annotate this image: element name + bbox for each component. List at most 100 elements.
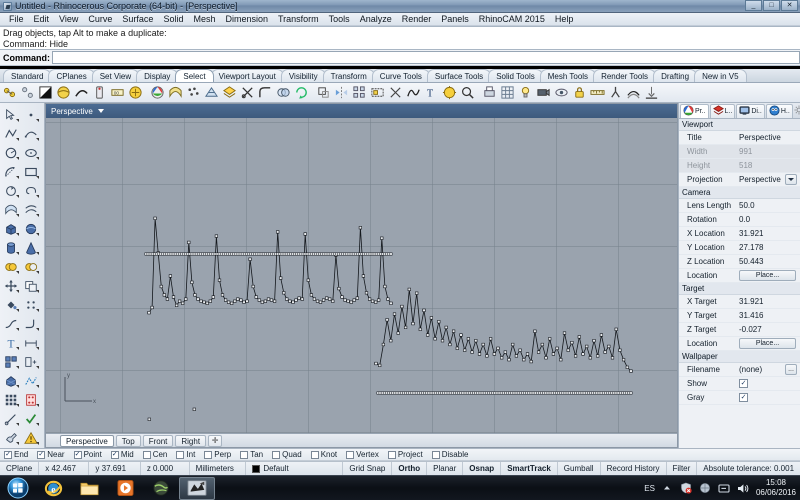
viewport-title-bar[interactable]: Perspective: [46, 104, 677, 118]
offset-icon[interactable]: [625, 84, 642, 101]
control-point[interactable]: [147, 417, 151, 421]
control-point[interactable]: [603, 350, 607, 354]
properties-tab-help[interactable]: H..: [765, 103, 793, 118]
control-point[interactable]: [592, 339, 596, 343]
osnap-tan-checkbox[interactable]: [240, 450, 249, 459]
spiral-icon[interactable]: [21, 181, 41, 200]
control-point[interactable]: [245, 299, 249, 303]
control-point[interactable]: [187, 240, 191, 244]
show-hidden-icon[interactable]: [661, 482, 674, 495]
osnap-int[interactable]: Int: [176, 450, 195, 459]
osnap-perp-checkbox[interactable]: [204, 450, 213, 459]
viewport-tab-perspective[interactable]: Perspective: [60, 434, 114, 447]
control-point[interactable]: [444, 325, 448, 330]
status-smarttrack-toggle[interactable]: SmartTrack: [501, 462, 558, 475]
control-point[interactable]: [433, 337, 437, 341]
control-point[interactable]: [618, 348, 622, 352]
add-viewport-tab-button[interactable]: ✛: [208, 434, 223, 447]
analyze-icon[interactable]: [459, 84, 476, 101]
toolbar-tab-curve-tools[interactable]: Curve Tools: [371, 69, 430, 82]
toolbar-tab-transform[interactable]: Transform: [322, 69, 375, 82]
control-point[interactable]: [233, 299, 237, 303]
rhino-app-taskbar-button[interactable]: [179, 476, 215, 500]
control-point[interactable]: [514, 354, 519, 358]
fillet-icon[interactable]: [257, 84, 274, 101]
layer-icon[interactable]: [221, 84, 238, 101]
control-point[interactable]: [309, 293, 314, 297]
lock-icon[interactable]: [571, 84, 588, 101]
control-point[interactable]: [257, 298, 261, 302]
control-point[interactable]: [239, 298, 243, 302]
osnap-int-checkbox[interactable]: [176, 450, 185, 459]
paint-icon[interactable]: [1, 428, 21, 447]
osnap-tan[interactable]: Tan: [240, 450, 263, 459]
arc-start-icon[interactable]: [1, 162, 21, 181]
sphere-solid-icon[interactable]: [21, 219, 41, 238]
project-icon[interactable]: [643, 84, 660, 101]
osnap-knot-checkbox[interactable]: [310, 450, 319, 459]
control-point[interactable]: [220, 293, 225, 297]
surface-patch-icon[interactable]: [1, 200, 21, 219]
control-point[interactable]: [466, 337, 471, 341]
osnap-disable[interactable]: Disable: [431, 450, 468, 459]
boolean-union-icon[interactable]: [1, 257, 21, 276]
rotate-icon[interactable]: [293, 84, 310, 101]
command-input[interactable]: [52, 51, 800, 64]
menu-item-solid[interactable]: Solid: [158, 13, 188, 25]
globe-app-icon[interactable]: [143, 477, 179, 500]
control-point[interactable]: [227, 300, 231, 304]
mesh-icon[interactable]: [203, 84, 220, 101]
control-point[interactable]: [370, 299, 375, 303]
status-gumball-toggle[interactable]: Gumball: [558, 462, 601, 475]
properties-row-location-place-button[interactable]: Place...: [739, 338, 796, 349]
toolbar-tab-new-in-v5[interactable]: New in V5: [694, 69, 747, 82]
trim-icon[interactable]: [239, 84, 256, 101]
osnap-point[interactable]: ✓ Point: [73, 450, 102, 459]
status-planar-toggle[interactable]: Planar: [427, 462, 464, 475]
control-point[interactable]: [403, 325, 408, 330]
control-point[interactable]: [285, 297, 289, 301]
points-cloud-icon[interactable]: [185, 84, 202, 101]
control-point[interactable]: [422, 308, 426, 312]
point-object-icon[interactable]: [21, 105, 41, 124]
osnap-end[interactable]: ✓ End: [4, 450, 28, 459]
properties-tab-display[interactable]: Di..: [736, 103, 765, 118]
control-point[interactable]: [318, 300, 323, 304]
control-point[interactable]: [367, 297, 372, 301]
osnap-near[interactable]: ✓ Near: [37, 450, 65, 459]
control-point[interactable]: [251, 284, 255, 289]
control-point[interactable]: [168, 274, 172, 278]
menu-item-curve[interactable]: Curve: [83, 13, 117, 25]
osnap-quad[interactable]: Quad: [272, 450, 302, 459]
boolean-icon[interactable]: [275, 84, 292, 101]
control-point[interactable]: [337, 287, 341, 291]
volume-icon[interactable]: [737, 482, 750, 495]
loft-icon[interactable]: [21, 200, 41, 219]
select-curves-icon[interactable]: [19, 84, 36, 101]
status-grid-snap-toggle[interactable]: Grid Snap: [343, 462, 393, 475]
menu-item-mesh[interactable]: Mesh: [188, 13, 220, 25]
control-point[interactable]: [202, 300, 206, 304]
control-point[interactable]: [364, 291, 369, 295]
properties-row-gray-checkbox[interactable]: ✓: [739, 393, 748, 402]
control-point[interactable]: [429, 316, 434, 320]
control-point[interactable]: [625, 365, 629, 369]
control-point[interactable]: [492, 352, 496, 356]
select-points-icon[interactable]: [1, 84, 18, 101]
status-cplane[interactable]: CPlane: [0, 462, 40, 475]
properties-row-x-target-value[interactable]: 31.921: [739, 297, 800, 306]
taskbar-clock[interactable]: 15:08 06/06/2016: [756, 478, 796, 498]
menu-item-surface[interactable]: Surface: [117, 13, 158, 25]
menu-item-render[interactable]: Render: [397, 13, 437, 25]
control-point[interactable]: [451, 329, 456, 333]
control-point[interactable]: [282, 291, 286, 295]
control-point[interactable]: [205, 301, 209, 305]
control-point[interactable]: [315, 299, 320, 303]
cylinder-icon[interactable]: [1, 238, 21, 257]
control-point[interactable]: [507, 358, 511, 362]
osnap-point-checkbox[interactable]: ✓: [73, 450, 82, 459]
arrow-select-icon[interactable]: [1, 105, 21, 124]
control-point[interactable]: [150, 305, 154, 310]
control-point[interactable]: [343, 298, 347, 302]
control-point[interactable]: [540, 342, 544, 347]
